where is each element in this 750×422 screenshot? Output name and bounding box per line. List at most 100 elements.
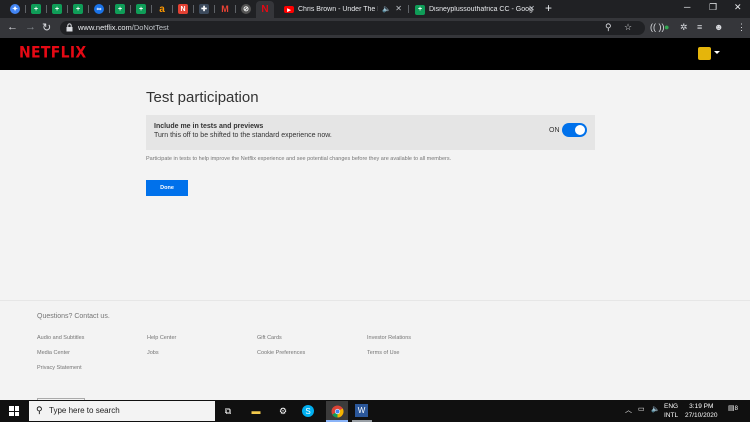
tab-pinned-8[interactable]: a xyxy=(153,2,171,16)
footer-link-privacy-statement[interactable]: Privacy Statement xyxy=(37,365,82,371)
grammarly-icon[interactable]: ● xyxy=(664,22,669,32)
footer-link-help-center[interactable]: Help Center xyxy=(147,335,176,341)
tab-divider xyxy=(88,5,89,13)
url-path: /DoNotTest xyxy=(131,23,169,32)
toggle-state-label: ON xyxy=(549,127,560,134)
star-icon[interactable]: ☆ xyxy=(624,22,632,33)
sheets-icon: + xyxy=(415,4,425,15)
gmail-icon: M xyxy=(221,4,229,14)
contact-link[interactable]: Questions? Contact us. xyxy=(37,313,110,320)
tab-pinned-6[interactable]: + xyxy=(111,2,129,16)
netflix-header: NETFLIX xyxy=(0,38,750,70)
notification-count: 8 xyxy=(734,406,738,412)
participation-toggle[interactable] xyxy=(562,123,587,137)
amazon-icon: a xyxy=(159,3,165,15)
footer-link-gift-cards[interactable]: Gift Cards xyxy=(257,335,282,341)
done-button[interactable]: Done xyxy=(146,180,188,196)
tab-pinned-9[interactable]: N xyxy=(174,2,192,16)
avatar[interactable] xyxy=(698,47,711,60)
tab-netflix-active[interactable]: N xyxy=(256,1,274,18)
forward-icon[interactable]: → xyxy=(25,21,36,33)
tab-pinned-7[interactable]: + xyxy=(132,2,150,16)
chevron-up-icon[interactable]: ︿ xyxy=(625,405,632,415)
restore-button[interactable]: ❐ xyxy=(709,2,717,13)
tab-divider xyxy=(25,5,26,13)
news-icon: N xyxy=(178,4,188,14)
tab-pinned-11[interactable]: M xyxy=(216,2,234,16)
network-icon[interactable]: ▭ xyxy=(638,405,645,413)
lang-code: ENG xyxy=(664,403,679,410)
footer-link-media-center[interactable]: Media Center xyxy=(37,350,70,356)
chrome-icon[interactable] xyxy=(329,403,345,419)
footer-link-audio-subtitles[interactable]: Audio and Subtitles xyxy=(37,335,84,341)
close-icon[interactable]: ✕ xyxy=(528,4,535,13)
extensions-icon[interactable]: ✲ xyxy=(680,22,688,33)
youtube-icon: ▸ xyxy=(284,6,294,14)
word-icon[interactable]: W xyxy=(355,404,368,417)
tab-divider xyxy=(214,5,215,13)
sheets-icon: + xyxy=(115,4,125,14)
skype-icon[interactable]: S xyxy=(302,405,314,417)
tab-pinned-10[interactable]: ✚ xyxy=(195,2,213,16)
tab-pinned-3[interactable]: + xyxy=(48,2,66,16)
toggle-knob xyxy=(575,125,585,135)
media-icon[interactable]: (( )) xyxy=(650,22,665,32)
new-tab-button[interactable]: + xyxy=(545,1,552,15)
close-window-button[interactable]: ✕ xyxy=(734,2,742,13)
globe-icon: ⊘ xyxy=(241,4,251,14)
queue-icon[interactable]: ≡ xyxy=(697,22,702,32)
tab-youtube[interactable]: ▸ Chris Brown - Under The Influ 🔈 ✕ xyxy=(278,1,406,18)
tab-divider xyxy=(172,5,173,13)
profile-icon[interactable]: ☻ xyxy=(714,22,723,32)
tab-divider xyxy=(235,5,236,13)
footer-link-investor-relations[interactable]: Investor Relations xyxy=(367,335,411,341)
main-content xyxy=(0,70,750,300)
chrome-web-icon: ✦ xyxy=(10,4,20,14)
lock-icon xyxy=(66,23,73,32)
netflix-icon: N xyxy=(261,4,269,15)
notifications-icon[interactable]: ▤8 xyxy=(728,404,738,412)
volume-icon[interactable]: 🔈 xyxy=(651,405,660,413)
tab-divider xyxy=(193,5,194,13)
cloud-icon: ∞ xyxy=(94,4,104,14)
tab-pinned-1[interactable]: ✦ xyxy=(6,2,24,16)
close-icon[interactable]: ✕ xyxy=(395,4,402,13)
taskbar-search[interactable]: ⚲ Type here to search xyxy=(29,401,215,421)
language-indicator[interactable]: ENG INTL xyxy=(664,402,678,420)
tab-sheets[interactable]: + Disneyplussouthafrica CC - Goog ✕ xyxy=(409,1,539,18)
tab-divider xyxy=(130,5,131,13)
search-icon[interactable]: ⚲ xyxy=(605,22,612,33)
tab-divider xyxy=(67,5,68,13)
sheets-icon: + xyxy=(136,4,146,14)
browser-toolbar: ← → ↻ www.netflix.com/DoNotTest ⚲ ☆ (( )… xyxy=(0,18,750,38)
tab-pinned-12[interactable]: ⊘ xyxy=(237,2,255,16)
reload-icon[interactable]: ↻ xyxy=(42,21,51,34)
menu-icon[interactable]: ⋮ xyxy=(737,22,746,33)
minimize-button[interactable]: ─ xyxy=(684,2,690,12)
footer-link-cookie-preferences[interactable]: Cookie Preferences xyxy=(257,350,305,356)
task-view-icon[interactable]: ⧉ xyxy=(220,403,236,419)
netflix-logo[interactable]: NETFLIX xyxy=(19,44,86,62)
caret-down-icon[interactable] xyxy=(714,51,720,54)
chrome-logo xyxy=(331,405,344,417)
back-icon[interactable]: ← xyxy=(7,21,18,33)
search-icon: ⚲ xyxy=(36,405,43,415)
file-explorer-icon[interactable]: ▬ xyxy=(248,403,264,419)
clock-time: 3:19 PM xyxy=(689,403,714,410)
system-clock[interactable]: 3:19 PM 27/10/2020 xyxy=(685,402,718,420)
windows-start-icon[interactable] xyxy=(9,406,19,416)
tab-pinned-4[interactable]: + xyxy=(69,2,87,16)
tab-title: Chris Brown - Under The Influ xyxy=(298,6,378,13)
url-host: www.netflix.com xyxy=(78,23,132,32)
footer-link-terms-of-use[interactable]: Terms of Use xyxy=(367,350,399,356)
tab-pinned-5[interactable]: ∞ xyxy=(90,2,108,16)
sheets-icon: + xyxy=(31,4,41,14)
tab-divider xyxy=(46,5,47,13)
tab-pinned-2[interactable]: + xyxy=(27,2,45,16)
footer-link-jobs[interactable]: Jobs xyxy=(147,350,159,356)
address-bar[interactable]: www.netflix.com/DoNotTest ⚲ ☆ xyxy=(60,21,645,35)
tab-divider xyxy=(151,5,152,13)
lang-variant: INTL xyxy=(664,412,679,419)
settings-app-icon[interactable]: ⚙ xyxy=(275,403,291,419)
page-title: Test participation xyxy=(146,89,259,106)
